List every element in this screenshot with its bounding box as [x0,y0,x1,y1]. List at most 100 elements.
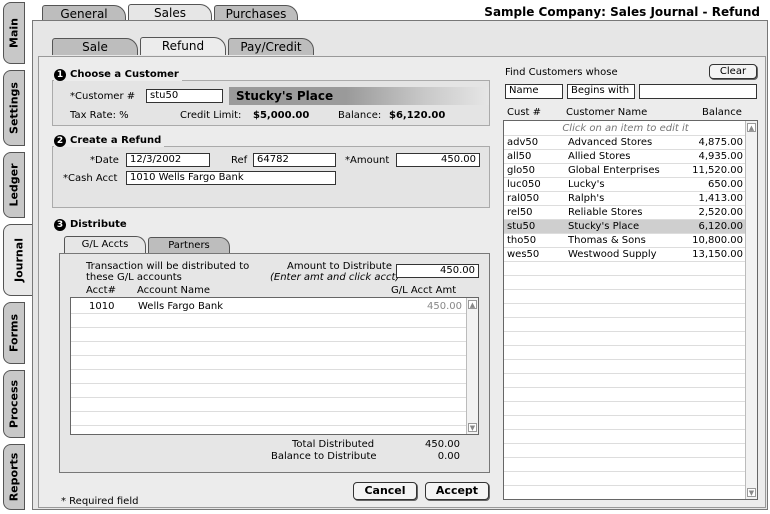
customer-number-label: *Customer # [70,91,136,102]
ref-label: Ref [231,155,248,166]
refund-heading-text: Create a Refund [70,135,162,146]
col-account-name: Account Name [137,285,211,296]
tab-partners[interactable]: Partners [148,237,230,253]
list-hint: Click on an item to edit it [504,122,747,136]
customer-balance: 2,520.00 [698,207,743,218]
side-tab-reports[interactable]: Reports [3,444,25,510]
list-item[interactable] [504,318,747,332]
list-item[interactable] [504,402,747,416]
scroll-down-icon[interactable]: ▼ [747,488,756,497]
customer-number-input[interactable]: stu50 [146,89,223,103]
subtab-refund[interactable]: Refund [140,37,226,55]
cancel-button[interactable]: Cancel [353,482,417,500]
table-row[interactable] [71,314,468,328]
side-tab-forms[interactable]: Forms [3,302,25,364]
side-tab-journal-label: Journal [12,238,25,282]
list-item[interactable]: all50 Allied Stores 4,935.00 [504,150,747,164]
table-row[interactable] [71,370,468,384]
list-item[interactable]: ral050 Ralph's 1,413.00 [504,192,747,206]
scroll-up-icon[interactable]: ▲ [747,123,756,132]
customer-id: wes50 [507,249,540,260]
list-item[interactable] [504,472,747,486]
list-item[interactable] [504,360,747,374]
table-row[interactable] [71,342,468,356]
customer-balance: 6,120.00 [698,221,743,232]
list-item[interactable]: rel50 Reliable Stores 2,520.00 [504,206,747,220]
scroll-down-icon[interactable]: ▼ [468,423,477,432]
date-input[interactable]: 12/3/2002 [126,153,210,167]
balance-value: $6,120.00 [389,110,446,121]
amount-input[interactable]: 450.00 [396,153,480,167]
table-row[interactable] [71,384,468,398]
customer-id: tho50 [507,235,537,246]
find-mode-select[interactable]: Begins with [567,84,635,99]
table-row[interactable] [71,328,468,342]
list-item[interactable] [504,416,747,430]
side-tab-ledger[interactable]: Ledger [3,152,25,218]
customer-balance: 1,413.00 [698,193,743,204]
customer-balance: 4,875.00 [698,137,743,148]
customer-list-scrollbar[interactable]: ▲ ▼ [745,121,757,499]
tab-gl-accounts[interactable]: G/L Accts [64,236,146,253]
list-item[interactable] [504,290,747,304]
list-item[interactable]: luc050 Lucky's 650.00 [504,178,747,192]
customer-name: Reliable Stores [568,207,643,218]
customer-heading-text: Choose a Customer [70,69,179,80]
table-row[interactable] [71,356,468,370]
side-tab-journal[interactable]: Journal [3,224,33,296]
col-cust-number: Cust # [507,107,542,118]
list-item[interactable] [504,276,747,290]
customer-name: Advanced Stores [568,137,653,148]
col-acct-number: Acct# [86,285,116,296]
list-item[interactable] [504,346,747,360]
credit-limit-label: Credit Limit: [180,110,242,121]
list-item[interactable] [504,332,747,346]
customer-name: Stucky's Place [568,221,640,232]
side-tab-main-label: Main [7,18,21,48]
table-row[interactable]: 1010 Wells Fargo Bank 450.00 [71,300,468,314]
table-row[interactable] [71,412,468,426]
tab-partners-label: Partners [168,240,210,251]
find-field-select[interactable]: Name [505,84,563,99]
refund-section-heading: 2 Create a Refund [54,135,165,147]
list-item[interactable] [504,304,747,318]
amount-to-distribute-label: Amount to Distribute (Enter amt and click… [270,261,399,283]
table-row[interactable] [71,398,468,412]
side-tab-process[interactable]: Process [3,370,25,438]
list-item[interactable] [504,430,747,444]
customer-name: Lucky's [568,179,605,190]
customer-id: ral050 [507,193,540,204]
total-distributed-value: 450.00 [425,439,460,450]
clear-button[interactable]: Clear [709,64,757,79]
side-tab-settings[interactable]: Settings [3,70,25,146]
find-query-input[interactable] [639,84,757,99]
list-item[interactable]: glo50 Global Enterprises 11,520.00 [504,164,747,178]
list-item[interactable] [504,388,747,402]
distribute-heading-text: Distribute [70,219,127,230]
list-item[interactable]: tho50 Thomas & Sons 10,800.00 [504,234,747,248]
list-item[interactable]: stu50 Stucky's Place 6,120.00 [504,220,747,234]
customer-name: Thomas & Sons [568,235,646,246]
list-item[interactable] [504,444,747,458]
accept-button[interactable]: Accept [425,482,489,500]
scroll-up-icon[interactable]: ▲ [468,300,477,309]
list-item[interactable] [504,374,747,388]
list-item[interactable] [504,486,747,499]
customer-balance: 4,935.00 [698,151,743,162]
customer-name: Global Enterprises [568,165,660,176]
subtab-pay-credit[interactable]: Pay/Credit [228,38,314,55]
required-field-note: * Required field [61,496,139,507]
gl-grid-scrollbar[interactable]: ▲ ▼ [466,298,478,434]
subtab-sale[interactable]: Sale [52,38,138,55]
customer-id: luc050 [507,179,541,190]
list-item[interactable]: wes50 Westwood Supply 13,150.00 [504,248,747,262]
list-item[interactable]: adv50 Advanced Stores 4,875.00 [504,136,747,150]
total-distributed-label: Total Distributed [292,439,375,450]
amount-to-distribute-input[interactable]: 450.00 [396,264,479,278]
ref-input[interactable]: 64782 [253,153,336,167]
list-item[interactable] [504,458,747,472]
side-tab-main[interactable]: Main [3,2,25,64]
list-item[interactable] [504,262,747,276]
cash-account-input[interactable]: 1010 Wells Fargo Bank [126,171,336,185]
tab-purchases-label: Purchases [225,7,287,21]
